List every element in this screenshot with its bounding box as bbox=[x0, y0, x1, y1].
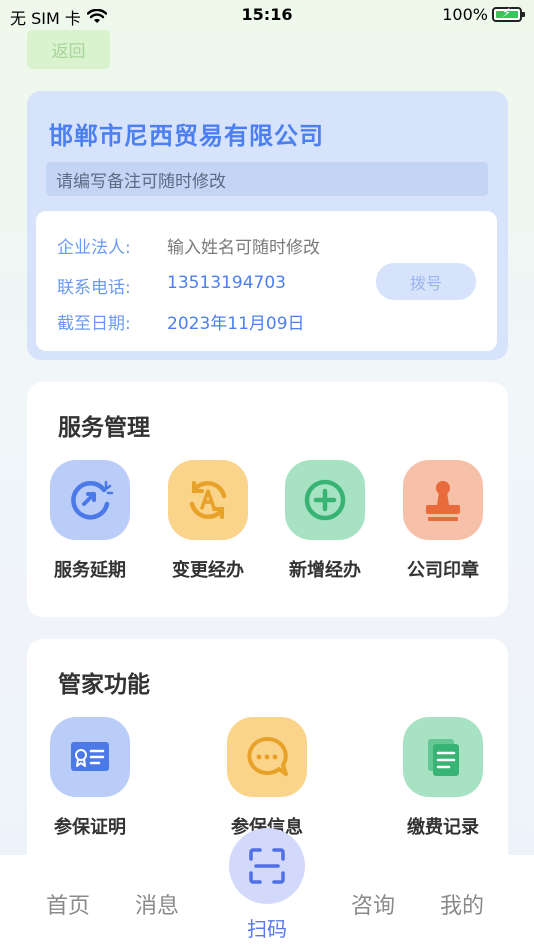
insurance-info-item[interactable]: 参保信息 bbox=[217, 717, 317, 839]
date-value: 2023年11月09日 bbox=[167, 314, 305, 334]
insurance-certificate-item[interactable]: 参保证明 bbox=[40, 717, 140, 839]
scan-icon bbox=[249, 848, 285, 884]
phone-label: 联系电话: bbox=[57, 278, 131, 298]
service-extend-label: 服务延期 bbox=[54, 560, 126, 581]
certificate-icon bbox=[50, 717, 130, 797]
add-handler-item[interactable]: 新增经办 bbox=[275, 460, 375, 582]
status-right: 100% ⚡ bbox=[442, 5, 525, 24]
add-handler-label: 新增经办 bbox=[289, 560, 361, 581]
date-row: 截至日期: 2023年11月09日 bbox=[57, 309, 305, 334]
service-title: 服务管理 bbox=[58, 415, 150, 441]
legal-rep-label: 企业法人: bbox=[57, 238, 131, 258]
legal-rep-row: 企业法人: 输入姓名可随时修改 bbox=[57, 233, 320, 258]
date-label: 截至日期: bbox=[57, 314, 131, 334]
battery-icon: ⚡ bbox=[492, 6, 525, 22]
insurance-certificate-label: 参保证明 bbox=[54, 817, 126, 838]
remark-text: 请编写备注可随时修改 bbox=[56, 171, 226, 192]
company-info-panel: 企业法人: 输入姓名可随时修改 联系电话: 13513194703 拨号 截至日… bbox=[36, 211, 497, 351]
scan-button[interactable] bbox=[229, 828, 305, 904]
payment-records-label: 缴费记录 bbox=[407, 817, 479, 838]
back-button[interactable]: 返回 bbox=[27, 30, 110, 69]
company-seal-item[interactable]: 公司印章 bbox=[393, 460, 493, 582]
company-seal-icon bbox=[403, 460, 483, 540]
service-management-card: 服务管理 服务延期 变更经办 新增经办 公司印章 bbox=[27, 382, 508, 617]
steward-title: 管家功能 bbox=[58, 672, 150, 698]
add-handler-icon bbox=[285, 460, 365, 540]
tab-scan-label[interactable]: 扫码 bbox=[0, 913, 534, 942]
change-handler-label: 变更经办 bbox=[172, 560, 244, 581]
dial-button[interactable]: 拨号 bbox=[376, 263, 476, 300]
company-name: 邯郸市尼西贸易有限公司 bbox=[49, 122, 324, 150]
remark-field[interactable]: 请编写备注可随时修改 bbox=[46, 162, 488, 196]
records-icon bbox=[403, 717, 483, 797]
phone-row: 联系电话: 13513194703 bbox=[57, 273, 286, 298]
message-icon bbox=[227, 717, 307, 797]
status-bar: 无 SIM 卡 15:16 100% ⚡ bbox=[0, 0, 534, 30]
change-handler-item[interactable]: 变更经办 bbox=[158, 460, 258, 582]
phone-value: 13513194703 bbox=[167, 273, 286, 293]
company-card: 邯郸市尼西贸易有限公司 请编写备注可随时修改 企业法人: 输入姓名可随时修改 联… bbox=[27, 91, 508, 360]
service-extend-item[interactable]: 服务延期 bbox=[40, 460, 140, 582]
company-seal-label: 公司印章 bbox=[407, 560, 479, 581]
service-extend-icon bbox=[50, 460, 130, 540]
change-handler-icon bbox=[168, 460, 248, 540]
legal-rep-value[interactable]: 输入姓名可随时修改 bbox=[167, 233, 320, 258]
payment-records-item[interactable]: 缴费记录 bbox=[393, 717, 493, 839]
battery-percent: 100% bbox=[442, 5, 488, 24]
